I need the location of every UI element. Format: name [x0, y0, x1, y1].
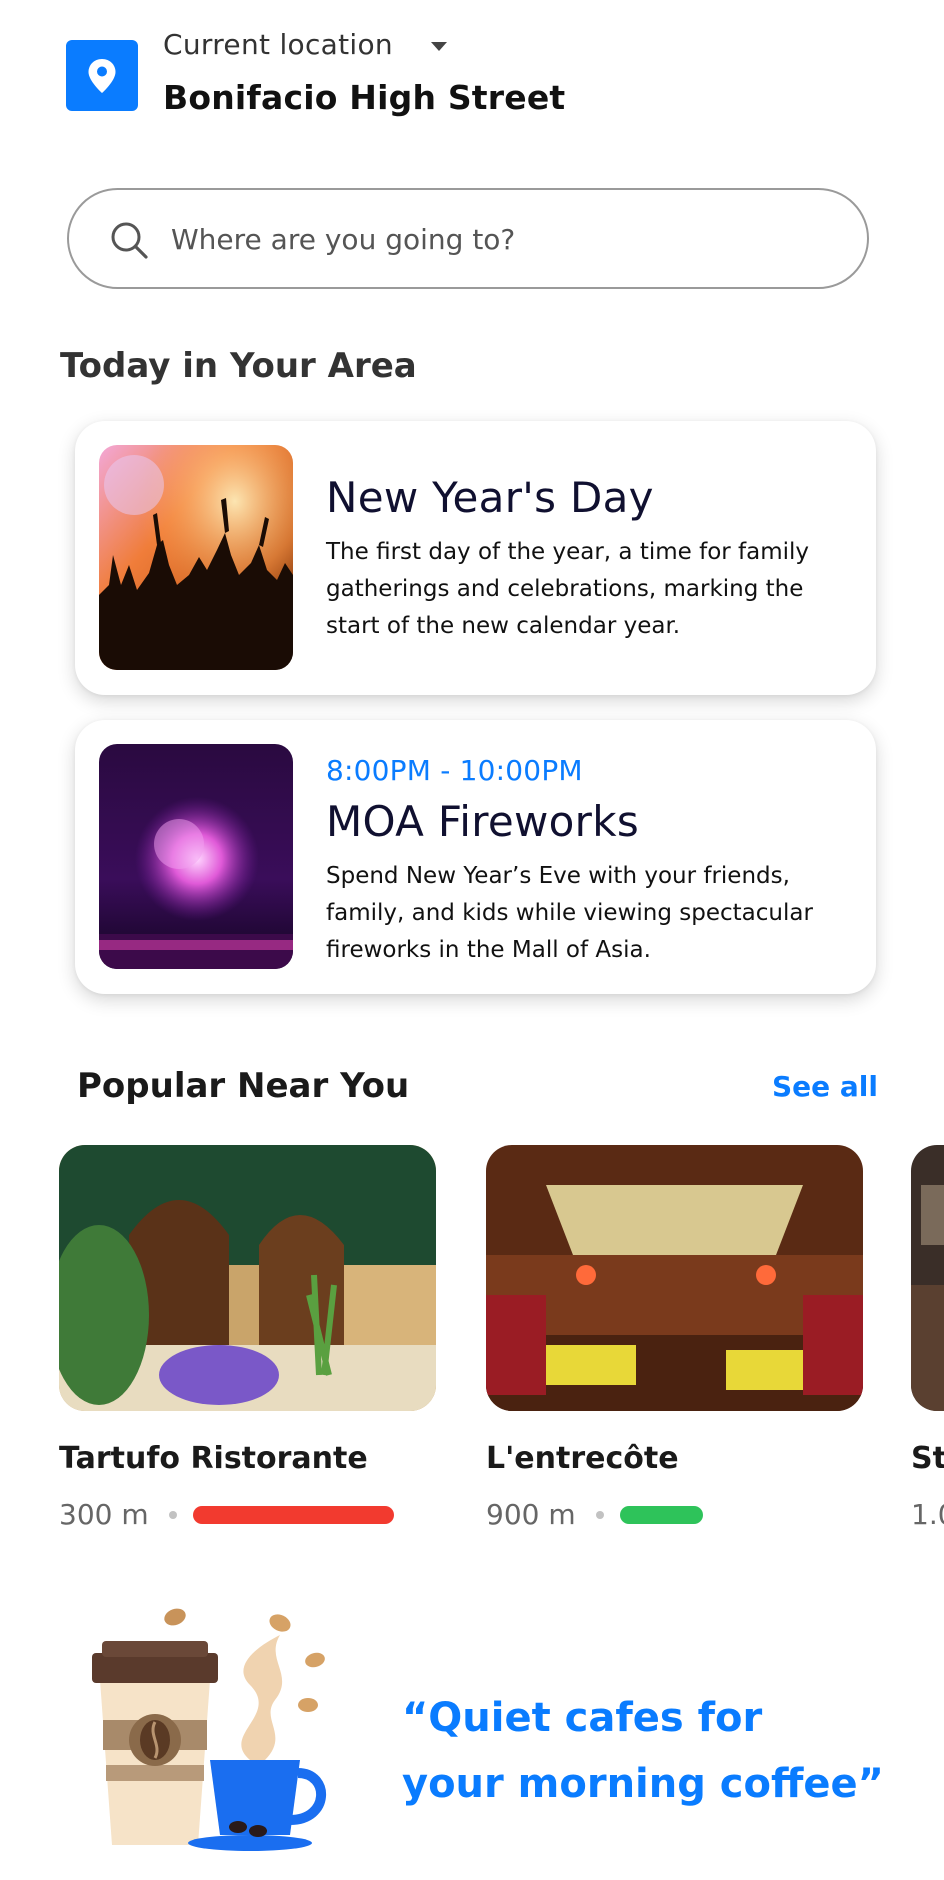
- place-name: St: [911, 1441, 944, 1476]
- restaurant-photo: [911, 1145, 944, 1411]
- event-card-moa-fireworks[interactable]: 8:00PM - 10:00PM MOA Fireworks Spend New…: [75, 720, 876, 994]
- today-section-title: Today in Your Area: [60, 346, 417, 386]
- restaurant-photo: [486, 1145, 863, 1411]
- event-description: The first day of the year, a time for fa…: [326, 539, 810, 639]
- location-pin-icon[interactable]: [66, 40, 138, 111]
- crowd-level-bar: [619, 1505, 703, 1524]
- promo-line-2: your morning coffee”: [402, 1761, 884, 1807]
- coffee-illustration: [90, 1605, 350, 1855]
- location-name[interactable]: Bonifacio High Street: [163, 78, 565, 117]
- restaurant-photo: [59, 1145, 436, 1411]
- separator-dot: [595, 1510, 604, 1519]
- place-card-tartufo[interactable]: Tartufo Ristorante 300 m: [59, 1145, 436, 1531]
- new-years-crowd-image: [99, 445, 293, 670]
- place-card-partial[interactable]: St 1.0: [911, 1145, 944, 1531]
- search-icon: [109, 220, 149, 264]
- see-all-link[interactable]: See all: [772, 1070, 878, 1103]
- crowd-level-bar: [192, 1505, 394, 1524]
- search-input[interactable]: [171, 216, 811, 262]
- fireworks-image: [99, 744, 293, 969]
- event-title: New Year's Day: [326, 473, 654, 522]
- place-name: L'entrecôte: [486, 1441, 679, 1476]
- promo-line-1: “Quiet cafes for: [402, 1695, 763, 1741]
- promo-quote[interactable]: “Quiet cafes for your morning coffee”: [402, 1685, 884, 1817]
- event-description: Spend New Year’s Eve with your friends, …: [326, 863, 813, 963]
- place-card-lentrecote[interactable]: L'entrecôte 900 m: [486, 1145, 863, 1531]
- search-bar[interactable]: [67, 188, 869, 289]
- place-distance: 900 m: [486, 1498, 576, 1531]
- caret-down-icon[interactable]: [431, 42, 447, 51]
- place-distance: 1.0: [911, 1498, 944, 1531]
- event-title: MOA Fireworks: [326, 797, 640, 846]
- popular-section-title: Popular Near You: [77, 1066, 410, 1106]
- place-distance: 300 m: [59, 1498, 149, 1531]
- event-card-new-years-day[interactable]: New Year's Day The first day of the year…: [75, 421, 876, 695]
- place-name: Tartufo Ristorante: [59, 1441, 368, 1476]
- separator-dot: [168, 1510, 177, 1519]
- current-location-label[interactable]: Current location: [163, 28, 393, 61]
- event-time: 8:00PM - 10:00PM: [326, 754, 583, 787]
